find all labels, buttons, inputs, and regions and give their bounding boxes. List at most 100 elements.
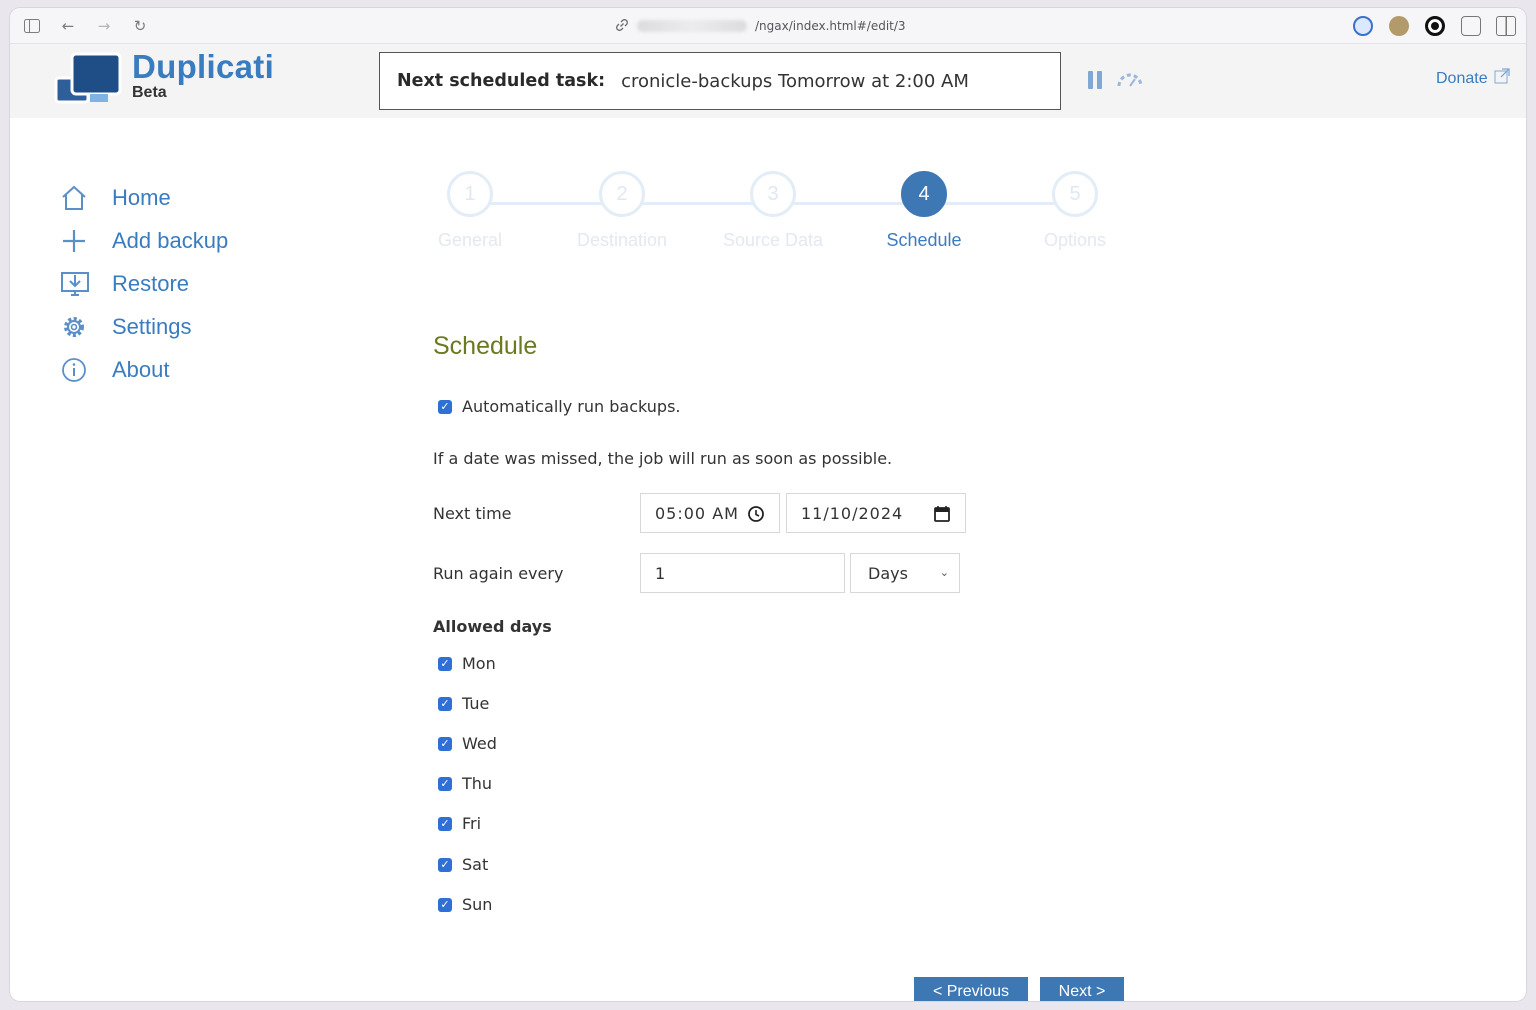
step-number: 2	[599, 171, 645, 217]
plus-icon	[60, 226, 94, 256]
sidebar-nav: Home Add backup Restore Settings About	[60, 176, 228, 391]
chevron-down-icon: ⌄	[939, 566, 949, 579]
sidebar-item-restore[interactable]: Restore	[60, 262, 228, 305]
day-row-thu: ✓ Thu	[438, 774, 492, 793]
privacy-extension-icon[interactable]	[1425, 16, 1445, 36]
step-label: Source Data	[722, 230, 824, 250]
clock-icon[interactable]	[747, 505, 765, 523]
step-schedule[interactable]: 4 Schedule	[854, 171, 994, 251]
section-title: Schedule	[433, 332, 538, 360]
step-label: General	[437, 230, 503, 250]
day-label: Tue	[462, 694, 490, 713]
auto-run-checkbox[interactable]: ✓	[438, 399, 452, 414]
wizard-stepper: 1 General 2 Destination 3 Source Data 4 …	[415, 171, 1135, 271]
day-label: Mon	[462, 654, 496, 673]
external-link-icon	[1494, 68, 1510, 89]
sidebar-item-label: Restore	[112, 270, 190, 296]
donate-label: Donate	[1436, 69, 1488, 87]
next-task-label: Next scheduled task:	[397, 71, 606, 91]
day-checkbox-thu[interactable]: ✓	[438, 776, 452, 791]
missed-date-hint: If a date was missed, the job will run a…	[433, 449, 893, 468]
browser-window: ← → ↻ /ngax/index.html#/edit/3 Duplicati…	[10, 8, 1526, 1001]
cookie-extension-icon[interactable]	[1389, 16, 1409, 36]
sidebar-item-about[interactable]: About	[60, 348, 228, 391]
next-time-label: Next time	[433, 504, 512, 523]
day-label: Sat	[462, 855, 489, 874]
app-header: Duplicati Beta Next scheduled task: cron…	[10, 44, 1526, 118]
sidebar-item-label: Add backup	[112, 227, 229, 253]
run-again-label: Run again every	[433, 564, 564, 583]
day-label: Fri	[462, 814, 482, 833]
next-button[interactable]: Next >	[1040, 977, 1124, 1001]
previous-button[interactable]: < Previous	[914, 977, 1028, 1001]
day-row-sun: ✓ Sun	[438, 895, 492, 914]
step-destination[interactable]: 2 Destination	[552, 171, 692, 251]
url-path: /ngax/index.html#/edit/3	[755, 19, 906, 33]
info-icon	[60, 355, 94, 385]
step-number: 5	[1052, 171, 1098, 217]
sidebar-item-home[interactable]: Home	[60, 176, 228, 219]
reader-extension-icon[interactable]	[1461, 16, 1481, 36]
throttle-icon[interactable]	[1115, 71, 1145, 89]
sidebar-item-label: About	[112, 356, 170, 382]
run-again-unit-value: Days	[868, 563, 908, 583]
sidebar-item-label: Settings	[112, 313, 192, 339]
split-view-icon[interactable]	[1496, 16, 1516, 36]
day-checkbox-sat[interactable]: ✓	[438, 857, 452, 872]
browser-toolbar: ← → ↻ /ngax/index.html#/edit/3	[10, 8, 1526, 44]
password-manager-extension-icon[interactable]	[1353, 16, 1373, 36]
download-monitor-icon	[60, 269, 94, 299]
day-label: Thu	[462, 774, 493, 793]
forward-arrow-icon[interactable]: →	[94, 16, 114, 36]
auto-run-label: Automatically run backups.	[462, 397, 681, 416]
brand-name: Duplicati	[132, 48, 275, 85]
gear-icon	[60, 312, 94, 342]
run-again-input[interactable]: 1	[640, 553, 845, 593]
donate-link[interactable]: Donate	[1436, 68, 1510, 89]
step-options[interactable]: 5 Options	[1005, 171, 1145, 251]
calendar-icon[interactable]	[933, 505, 951, 523]
brand: Duplicati Beta	[132, 48, 274, 102]
step-number: 4	[901, 171, 947, 217]
next-time-input[interactable]: 05:00 AM	[640, 493, 780, 533]
day-row-sat: ✓ Sat	[438, 855, 488, 874]
sidebar-item-settings[interactable]: Settings	[60, 305, 228, 348]
day-row-fri: ✓ Fri	[438, 814, 481, 833]
link-icon	[615, 18, 629, 35]
day-row-mon: ✓ Mon	[438, 654, 496, 673]
sidebar-toggle-icon[interactable]	[22, 16, 42, 36]
sidebar-item-add-backup[interactable]: Add backup	[60, 219, 228, 262]
step-general[interactable]: 1 General	[400, 171, 540, 251]
step-source-data[interactable]: 3 Source Data	[703, 171, 843, 251]
day-checkbox-tue[interactable]: ✓	[438, 696, 452, 711]
duplicati-logo	[54, 50, 124, 112]
day-row-tue: ✓ Tue	[438, 694, 489, 713]
day-checkbox-mon[interactable]: ✓	[438, 656, 452, 671]
day-label: Sun	[462, 895, 493, 914]
run-again-value: 1	[655, 563, 666, 583]
step-label: Options	[1043, 230, 1107, 250]
day-checkbox-wed[interactable]: ✓	[438, 736, 452, 751]
auto-run-row: ✓ Automatically run backups.	[438, 397, 681, 416]
back-arrow-icon[interactable]: ←	[58, 16, 78, 36]
day-label: Wed	[462, 734, 497, 753]
reload-icon[interactable]: ↻	[130, 16, 150, 36]
next-date-value: 11/10/2024	[801, 503, 904, 523]
step-label: Destination	[576, 230, 668, 250]
day-row-wed: ✓ Wed	[438, 734, 497, 753]
next-time-value: 05:00 AM	[655, 503, 739, 523]
step-label: Schedule	[886, 230, 962, 250]
allowed-days-heading: Allowed days	[433, 617, 552, 636]
step-number: 3	[750, 171, 796, 217]
day-checkbox-fri[interactable]: ✓	[438, 816, 452, 831]
pause-button[interactable]	[1088, 71, 1104, 91]
next-task-value: cronicle-backups Tomorrow at 2:00 AM	[621, 70, 969, 92]
home-icon	[60, 183, 94, 213]
sidebar-item-label: Home	[112, 184, 171, 210]
brand-subtitle: Beta	[132, 84, 167, 101]
next-date-input[interactable]: 11/10/2024	[786, 493, 966, 533]
step-number: 1	[447, 171, 493, 217]
day-checkbox-sun[interactable]: ✓	[438, 897, 452, 912]
address-bar[interactable]: /ngax/index.html#/edit/3	[615, 16, 906, 36]
run-again-unit-select[interactable]: Days ⌄	[850, 553, 960, 593]
